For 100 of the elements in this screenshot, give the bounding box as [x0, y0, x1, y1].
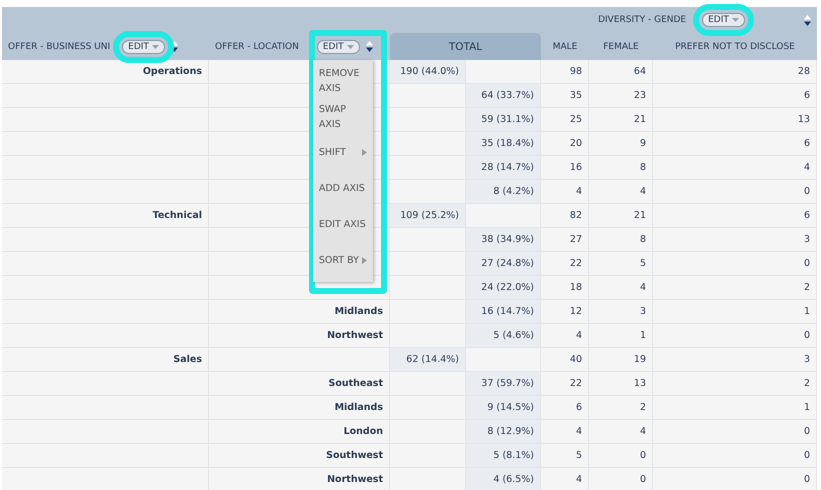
table-cell: 6	[804, 138, 810, 149]
table-cell: 38 (34.9%)	[481, 234, 534, 245]
table-cell: 2	[804, 282, 810, 293]
table-cell: 0	[804, 330, 810, 341]
caret-icon	[152, 44, 159, 48]
table-cell: 3	[640, 306, 646, 317]
table-cell: 5 (8.1%)	[493, 450, 534, 461]
menu-item[interactable]: SORT BY	[312, 242, 373, 278]
table-cell: 0	[804, 450, 810, 461]
menu-item[interactable]: SHIFT	[312, 134, 373, 170]
table-cell: 9	[640, 138, 646, 149]
table-cell: 98	[570, 66, 582, 77]
menu-item[interactable]: REMOVE AXIS	[312, 62, 373, 98]
table-cell: 4	[576, 330, 582, 341]
table-cell: 4	[640, 186, 646, 197]
table-cell: 13	[634, 378, 646, 389]
column-header: FEMALE	[603, 42, 639, 52]
column-header: MALE	[552, 42, 578, 52]
table-cell: Northwest	[327, 474, 383, 485]
table-cell: 2	[804, 378, 810, 389]
table-cell: 0	[804, 426, 810, 437]
table-cell: 8 (4.2%)	[493, 186, 534, 197]
edit-button[interactable]: EDIT	[316, 40, 360, 54]
table-cell: 6	[804, 90, 810, 101]
table-cell: 9 (14.5%)	[487, 402, 534, 413]
table-cell: 8	[640, 234, 646, 245]
column-header: PREFER NOT TO DISCLOSE	[675, 42, 795, 52]
table-cell: 5	[576, 450, 582, 461]
table-cell: 59 (31.1%)	[481, 114, 534, 125]
table-cell: Technical	[152, 210, 202, 221]
table-cell: 190 (44.0%)	[400, 66, 459, 77]
table-cell: 4	[576, 426, 582, 437]
table-cell: Midlands	[334, 306, 383, 317]
table-cell: 4 (6.5%)	[493, 474, 534, 485]
table-cell: Midlands	[334, 402, 383, 413]
table-cell: 3	[804, 234, 810, 245]
table-cell: Northwest	[327, 330, 383, 341]
table-cell: 4	[576, 186, 582, 197]
table-cell: Operations	[142, 66, 202, 77]
table-cell: 35 (18.4%)	[481, 138, 534, 149]
table-cell: 37 (59.7%)	[481, 378, 534, 389]
caret-icon	[732, 18, 739, 22]
table-cell: 3	[804, 354, 810, 365]
table-cell: 1	[804, 306, 810, 317]
table-cell: 27	[570, 234, 582, 245]
table-cell: 20	[570, 138, 582, 149]
table-cell: 21	[634, 114, 646, 125]
table-cell: 16 (14.7%)	[481, 306, 534, 317]
table-cell: 19	[634, 354, 646, 365]
table-cell: 8 (12.9%)	[487, 426, 534, 437]
column-group-label: DIVERSITY - GENDE	[598, 15, 686, 25]
table-cell: 22	[570, 378, 582, 389]
table-cell: 4	[640, 282, 646, 293]
table-cell: 6	[804, 210, 810, 221]
table-cell: London	[344, 426, 383, 437]
sort-icon[interactable]	[170, 41, 178, 52]
table-cell: 24 (22.0%)	[481, 282, 534, 293]
table-cell: 82	[570, 210, 582, 221]
table-cell: 62 (14.4%)	[406, 354, 459, 365]
table-cell: 1	[804, 402, 810, 413]
table-cell: 5	[640, 258, 646, 269]
table-cell: 4	[576, 474, 582, 485]
table-cell: Southwest	[326, 450, 383, 461]
column-header: OFFER - LOCATION	[215, 42, 299, 52]
submenu-arrow-icon	[362, 149, 367, 156]
table-cell: 21	[634, 210, 646, 221]
table-cell: 64	[634, 66, 646, 77]
table-cell: 0	[804, 258, 810, 269]
table-cell: 16	[570, 162, 582, 173]
table-cell: 27 (24.8%)	[481, 258, 534, 269]
submenu-arrow-icon	[362, 257, 367, 264]
table-cell: 13	[798, 114, 810, 125]
table-cell: 28 (14.7%)	[481, 162, 534, 173]
table-cell: 35	[570, 90, 582, 101]
table-cell: 0	[804, 474, 810, 485]
table-cell: 23	[634, 90, 646, 101]
table-cell: 64 (33.7%)	[481, 90, 534, 101]
table-cell: 22	[570, 258, 582, 269]
sort-icon[interactable]	[366, 41, 373, 52]
column-header: TOTAL	[390, 33, 541, 60]
table-cell: 40	[570, 354, 582, 365]
table-cell: Sales	[173, 354, 202, 365]
table-cell: 1	[640, 330, 646, 341]
table-cell: 25	[570, 114, 582, 125]
table-cell: 12	[570, 306, 582, 317]
table-cell: 2	[640, 402, 646, 413]
table-cell: 0	[640, 474, 646, 485]
table-cell: 6	[576, 402, 582, 413]
caret-icon	[346, 44, 354, 48]
table-cell: 4	[804, 162, 810, 173]
menu-item[interactable]: ADD AXIS	[312, 170, 373, 206]
table-cell: 0	[804, 186, 810, 197]
menu-item[interactable]: SWAP AXIS	[312, 98, 373, 134]
sort-icon[interactable]	[804, 14, 811, 26]
table-cell: 109 (25.2%)	[400, 210, 459, 221]
table-cell: 18	[570, 282, 582, 293]
table-cell: 4	[640, 426, 646, 437]
table-cell: 28	[798, 66, 810, 77]
column-header: OFFER - BUSINESS UNI	[8, 42, 110, 52]
menu-item[interactable]: EDIT AXIS	[312, 206, 373, 242]
